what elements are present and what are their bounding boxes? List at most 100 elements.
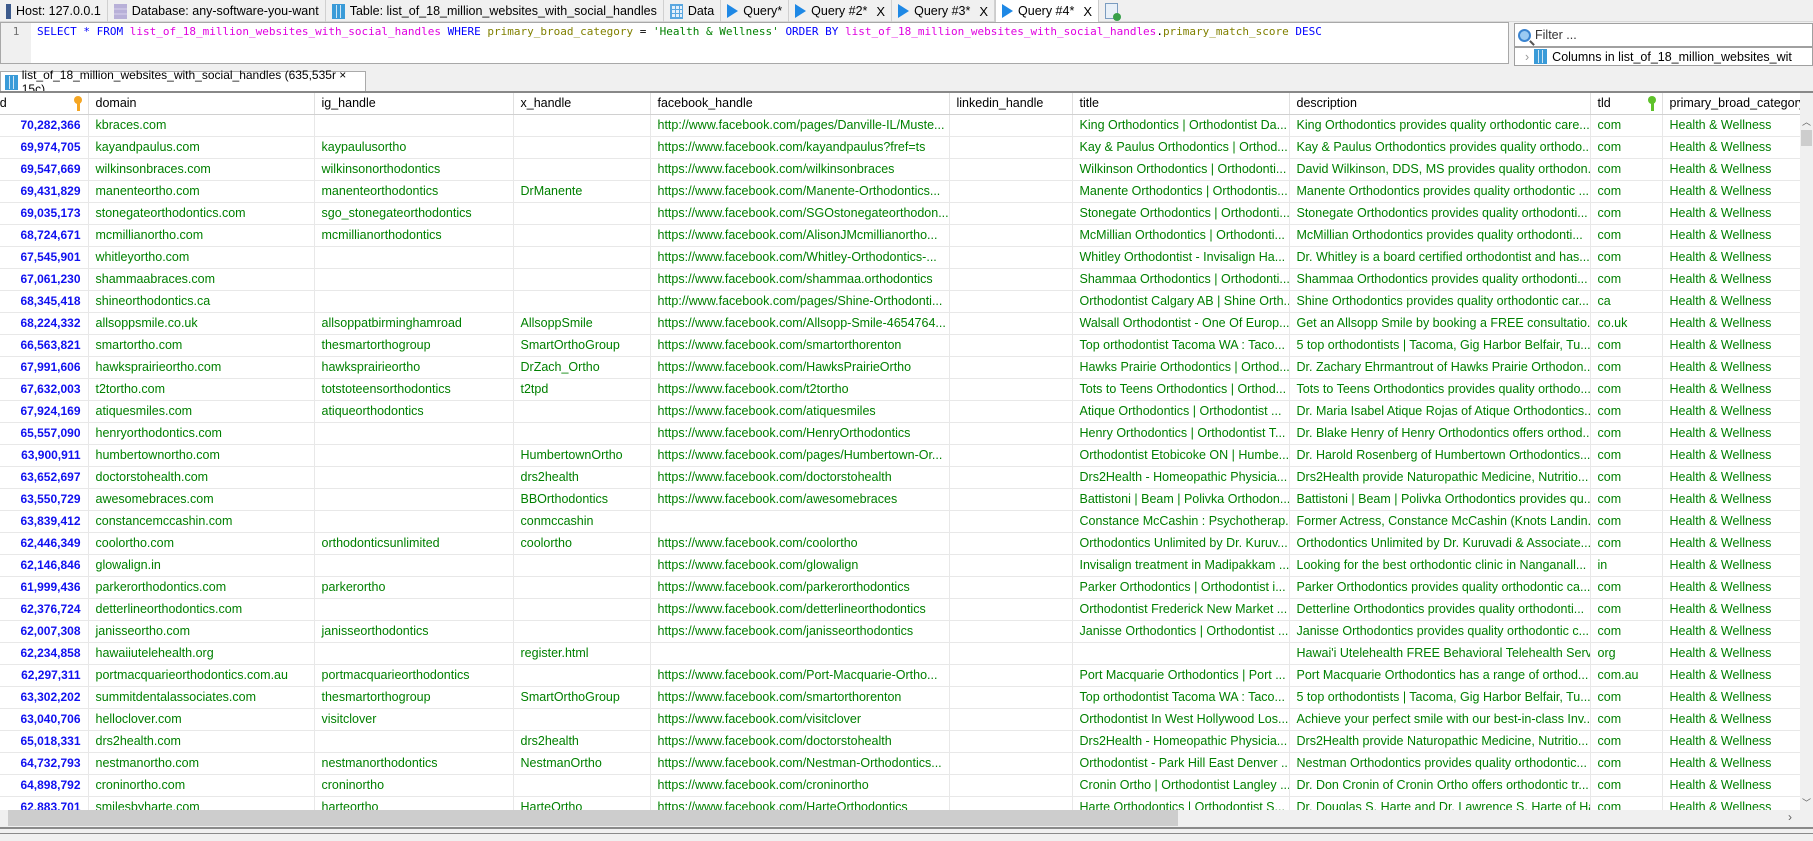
cell-id[interactable]: 63,652,697 [0,466,89,489]
cell-title[interactable]: Parker Orthodontics | Orthodontist i... [1072,576,1290,599]
cell-id[interactable]: 62,146,846 [0,554,89,577]
cell-domain[interactable]: stonegateorthodontics.com [88,202,315,225]
cell-ig-handle[interactable] [314,598,514,621]
cell-id[interactable]: 65,018,331 [0,730,89,753]
cell-title[interactable]: Cronin Ortho | Orthodontist Langley ... [1072,774,1290,797]
scroll-down-icon[interactable]: ﹀ [1802,796,1811,809]
cell-tld[interactable]: com [1590,158,1663,181]
cell-x-handle[interactable] [513,136,651,159]
cell-primary-broad-category[interactable]: Health & Wellness [1662,202,1800,225]
table-row[interactable]: 67,632,003 t2tortho.com totstoteensorthodo… [0,378,1800,401]
cell-primary-broad-category[interactable]: Health & Wellness [1662,224,1800,247]
cell-title[interactable]: Henry Orthodontics | Orthodontist T... [1072,422,1290,445]
cell-ig-handle[interactable] [314,290,514,313]
cell-facebook-handle[interactable]: https://www.facebook.com/Whitley-Orthodo… [650,246,950,269]
cell-id[interactable]: 63,550,729 [0,488,89,511]
cell-primary-broad-category[interactable]: Health & Wellness [1662,136,1800,159]
cell-title[interactable]: Port Macquarie Orthodontics | Port ... [1072,664,1290,687]
cell-ig-handle[interactable] [314,444,514,467]
cell-title[interactable]: Walsall Orthodontist - One Of Europ... [1072,312,1290,335]
cell-primary-broad-category[interactable]: Health & Wellness [1662,180,1800,203]
cell-linkedin-handle[interactable] [949,268,1073,291]
table-row[interactable]: 64,732,793 nestmanortho.com nestmanorthodo… [0,752,1800,775]
cell-ig-handle[interactable]: atiqueorthodontics [314,400,514,423]
cell-description[interactable]: Shine Orthodontics provides quality orth… [1289,290,1591,313]
cell-tld[interactable]: com [1590,268,1663,291]
cell-description[interactable]: Battistoni | Beam | Polivka Orthodontics… [1289,488,1591,511]
cell-linkedin-handle[interactable] [949,400,1073,423]
cell-ig-handle[interactable] [314,510,514,533]
cell-tld[interactable]: com [1590,334,1663,357]
scroll-up-icon[interactable]: ︿ [1802,115,1811,128]
cell-facebook-handle[interactable]: https://www.facebook.com/shammaa.orthodo… [650,268,950,291]
cell-facebook-handle[interactable]: https://www.facebook.com/Allsopp-Smile-4… [650,312,950,335]
table-row[interactable]: 65,018,331 drs2health.com drs2health https:… [0,730,1800,753]
cell-title[interactable]: Whitley Orthodontist - Invisalign Ha... [1072,246,1290,269]
cell-title[interactable]: Invisalign treatment in Madipakkam ... [1072,554,1290,577]
cell-id[interactable]: 62,297,311 [0,664,89,687]
cell-x-handle[interactable] [513,290,651,313]
cell-title[interactable]: Drs2Health - Homeopathic Physicia... [1072,466,1290,489]
cell-title[interactable]: Hawks Prairie Orthodontics | Orthod... [1072,356,1290,379]
tab-table-list-of-18-million-websites-with-social-handles[interactable]: Table: list_of_18_million_websites_with_… [326,0,664,22]
table-row[interactable]: 63,302,202 summitdentalassociates.com thes… [0,686,1800,709]
column-header-title[interactable]: title [1072,93,1290,115]
cell-ig-handle[interactable] [314,554,514,577]
cell-tld[interactable]: com [1590,400,1663,423]
cell-x-handle[interactable]: DrZach_Ortho [513,356,651,379]
cell-domain[interactable]: manenteortho.com [88,180,315,203]
cell-title[interactable]: Orthodontist Etobicoke ON | Humbe... [1072,444,1290,467]
cell-primary-broad-category[interactable]: Health & Wellness [1662,422,1800,445]
cell-domain[interactable]: shineorthodontics.ca [88,290,315,313]
table-row[interactable]: 63,040,706 helloclover.com visitclover http… [0,708,1800,731]
cell-facebook-handle[interactable]: https://www.facebook.com/janisseorthodon… [650,620,950,643]
cell-ig-handle[interactable] [314,114,514,137]
cell-domain[interactable]: summitdentalassociates.com [88,686,315,709]
cell-description[interactable]: 5 top orthodontists | Tacoma, Gig Harbor… [1289,686,1591,709]
cell-domain[interactable]: constancemccashin.com [88,510,315,533]
cell-facebook-handle[interactable] [650,510,950,533]
cell-ig-handle[interactable]: totstoteensorthodontics [314,378,514,401]
cell-linkedin-handle[interactable] [949,708,1073,731]
cell-x-handle[interactable] [513,158,651,181]
table-row[interactable]: 63,550,729 awesomebraces.com BBOrthodontic… [0,488,1800,511]
cell-ig-handle[interactable] [314,268,514,291]
cell-facebook-handle[interactable]: https://www.facebook.com/smartorthorento… [650,686,950,709]
cell-facebook-handle[interactable]: https://www.facebook.com/croninortho [650,774,950,797]
cell-tld[interactable]: com [1590,730,1663,753]
table-row[interactable]: 67,991,606 hawksprairieortho.com hawksprai… [0,356,1800,379]
chevron-right-icon[interactable]: › [1525,50,1529,64]
cell-x-handle[interactable]: register.html [513,642,651,665]
cell-linkedin-handle[interactable] [949,510,1073,533]
cell-description[interactable]: Dr. Harold Rosenberg of Humbertown Ortho… [1289,444,1591,467]
cell-domain[interactable]: parkerorthodontics.com [88,576,315,599]
cell-x-handle[interactable] [513,268,651,291]
cell-tld[interactable]: com [1590,598,1663,621]
cell-linkedin-handle[interactable] [949,334,1073,357]
cell-description[interactable]: Parker Orthodontics provides quality ort… [1289,576,1591,599]
cell-linkedin-handle[interactable] [949,136,1073,159]
cell-x-handle[interactable]: drs2health [513,466,651,489]
cell-description[interactable]: McMillian Orthodontics provides quality … [1289,224,1591,247]
cell-primary-broad-category[interactable]: Health & Wellness [1662,488,1800,511]
cell-description[interactable]: Shammaa Orthodontics provides quality or… [1289,268,1591,291]
cell-id[interactable]: 67,545,901 [0,246,89,269]
cell-id[interactable]: 68,724,671 [0,224,89,247]
cell-domain[interactable]: wilkinsonbraces.com [88,158,315,181]
cell-facebook-handle[interactable]: https://www.facebook.com/detterlineortho… [650,598,950,621]
cell-x-handle[interactable] [513,224,651,247]
cell-facebook-handle[interactable]: http://www.facebook.com/pages/Shine-Orth… [650,290,950,313]
cell-linkedin-handle[interactable] [949,664,1073,687]
column-header-description[interactable]: description [1289,93,1591,115]
cell-domain[interactable]: coolortho.com [88,532,315,555]
cell-title[interactable]: Top orthodontist Tacoma WA : Taco... [1072,334,1290,357]
cell-primary-broad-category[interactable]: Health & Wellness [1662,466,1800,489]
cell-domain[interactable]: t2tortho.com [88,378,315,401]
cell-primary-broad-category[interactable]: Health & Wellness [1662,664,1800,687]
close-icon[interactable]: X [979,4,988,19]
cell-title[interactable]: Orthodontist - Park Hill East Denver ... [1072,752,1290,775]
cell-ig-handle[interactable]: manenteorthodontics [314,180,514,203]
cell-id[interactable]: 63,302,202 [0,686,89,709]
cell-description[interactable]: Dr. Don Cronin of Cronin Ortho offers or… [1289,774,1591,797]
cell-id[interactable]: 70,282,366 [0,114,89,137]
